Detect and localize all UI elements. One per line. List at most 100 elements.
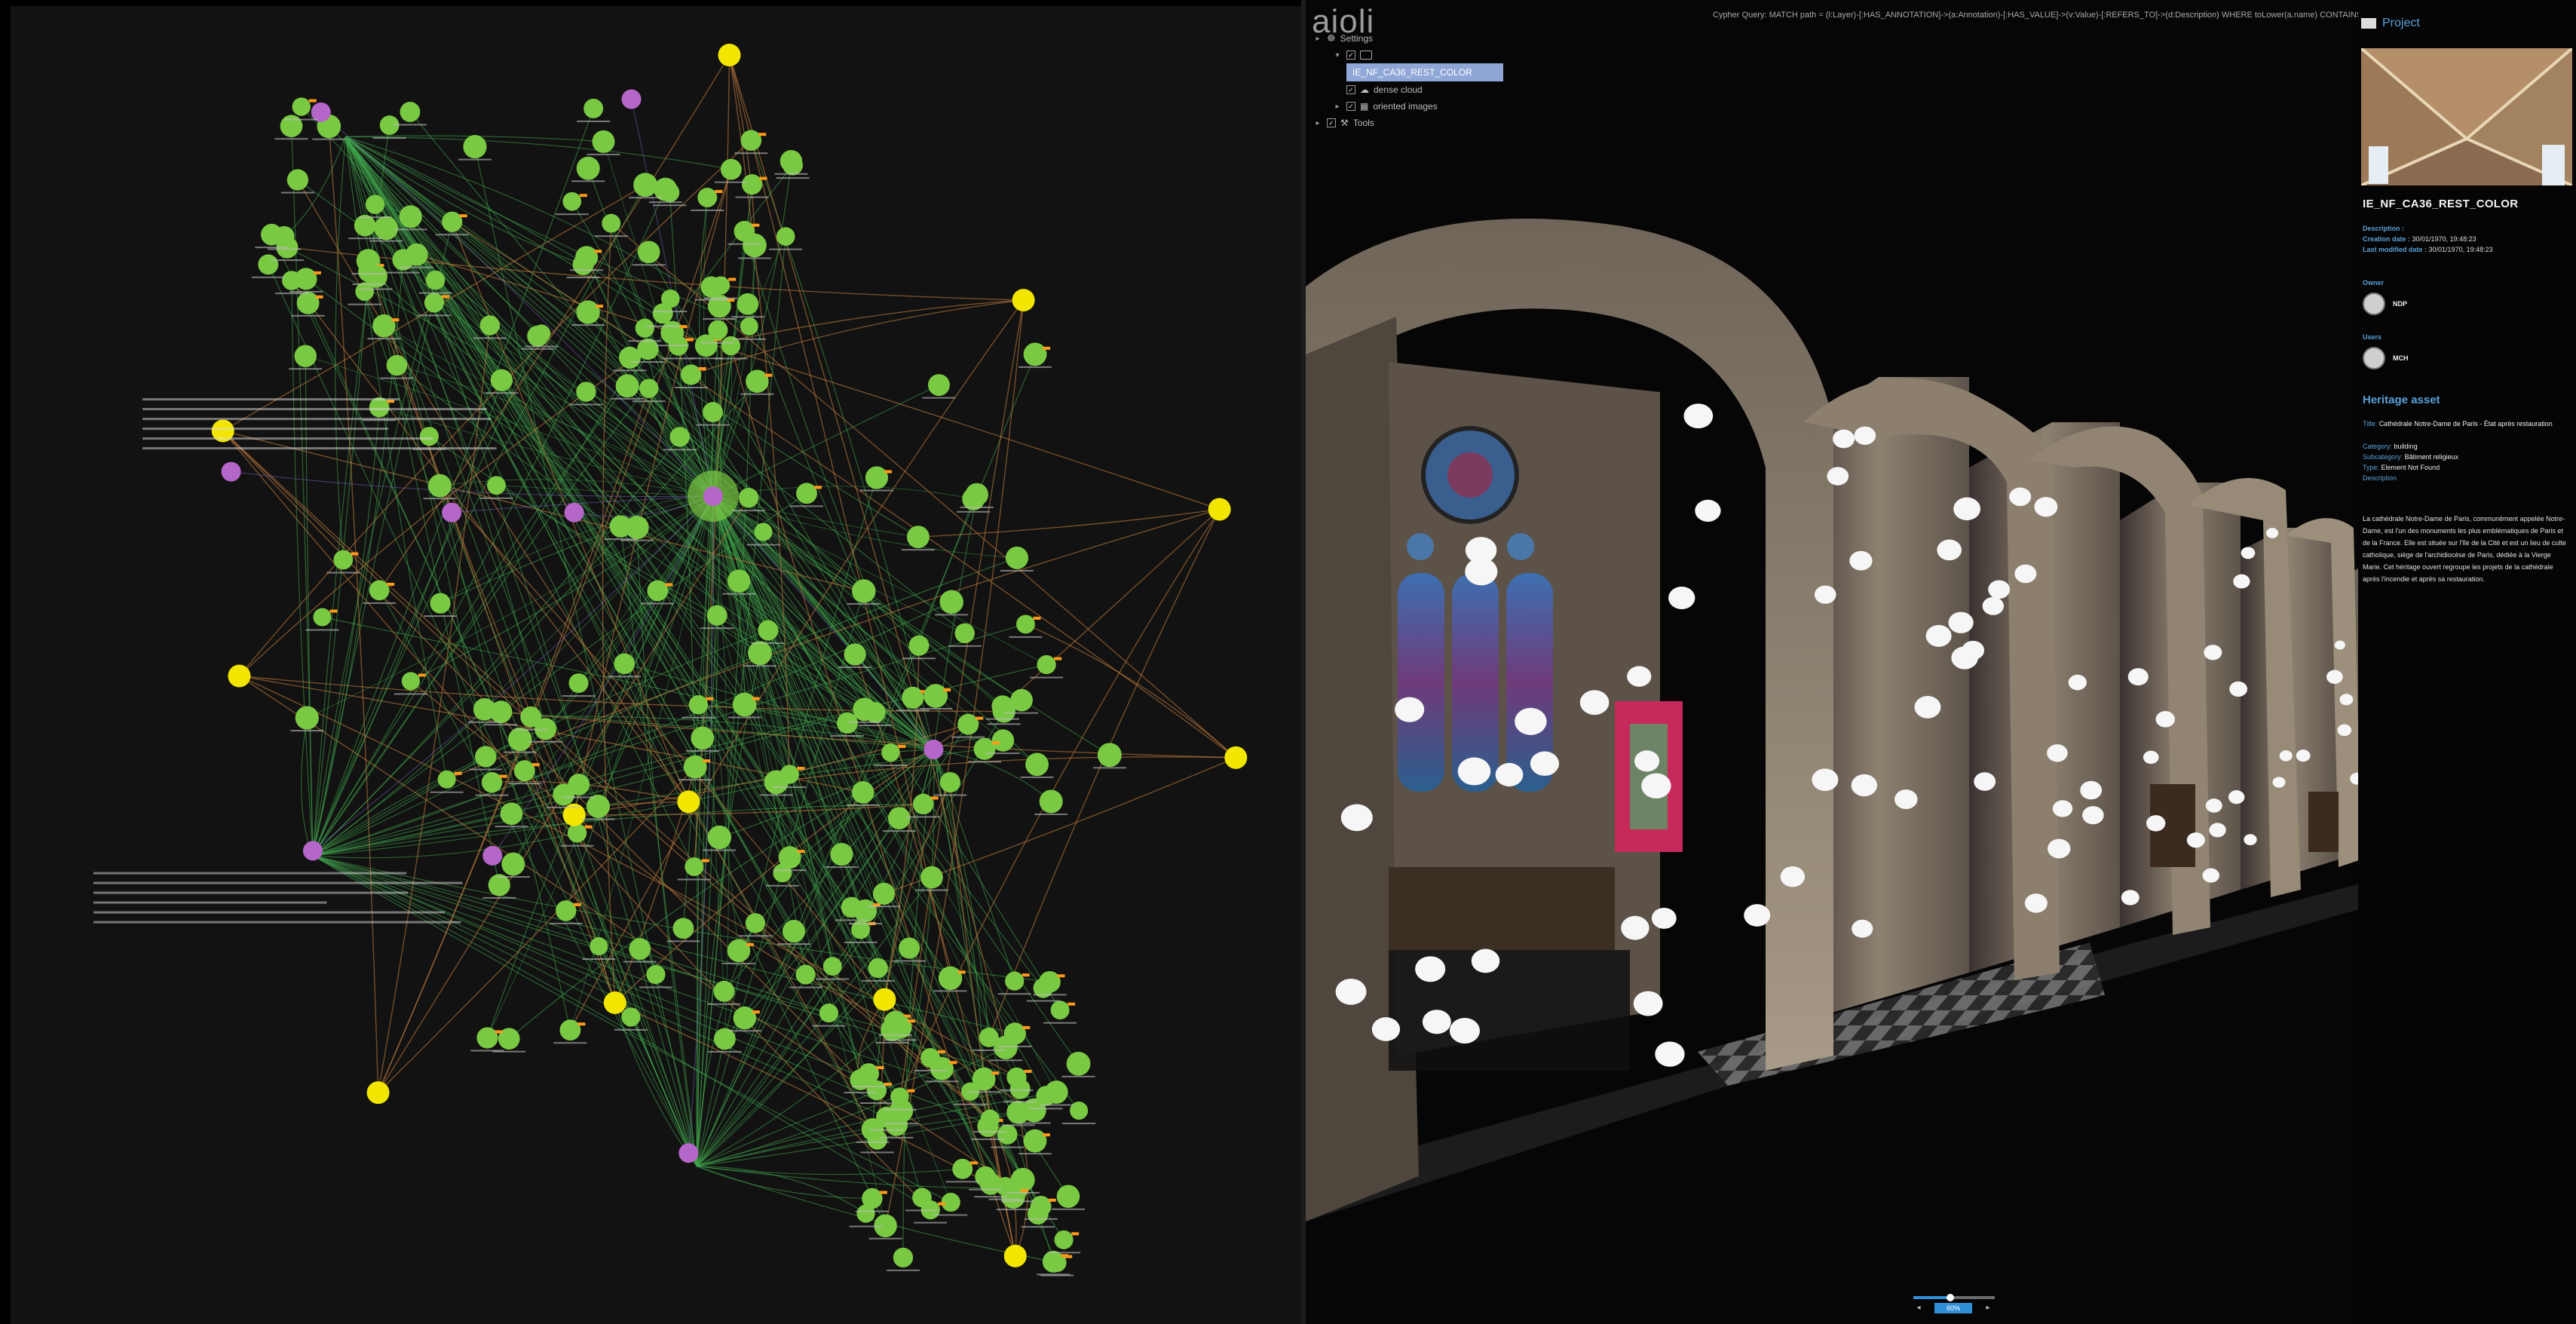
layer-node[interactable] bbox=[718, 44, 741, 67]
annotation-node[interactable] bbox=[576, 382, 596, 402]
annotation-node[interactable] bbox=[683, 755, 707, 779]
annotation-node[interactable] bbox=[647, 580, 669, 602]
expand-icon[interactable]: ▸ bbox=[1313, 119, 1322, 127]
annotation-node[interactable] bbox=[912, 793, 934, 815]
annotation-node[interactable] bbox=[1005, 546, 1028, 569]
graph-view[interactable] bbox=[11, 6, 1301, 1324]
annotation-marker[interactable] bbox=[2047, 744, 2068, 762]
annotation-node[interactable] bbox=[527, 325, 549, 347]
annotation-marker[interactable] bbox=[1515, 707, 1547, 735]
annotation-node[interactable] bbox=[463, 135, 487, 159]
annotation-marker[interactable] bbox=[2326, 670, 2343, 685]
annotation-marker[interactable] bbox=[1530, 751, 1560, 776]
annotation-node[interactable] bbox=[489, 700, 513, 724]
annotation-marker[interactable] bbox=[1457, 757, 1491, 786]
annotation-node[interactable] bbox=[280, 115, 303, 138]
description-node[interactable] bbox=[221, 461, 241, 482]
annotation-node[interactable] bbox=[703, 402, 723, 423]
annotation-node[interactable] bbox=[425, 270, 446, 290]
collapse-icon[interactable]: ▾ bbox=[1333, 51, 1342, 60]
annotation-node[interactable] bbox=[881, 743, 900, 762]
annotation-node[interactable] bbox=[487, 476, 506, 495]
annotation-node[interactable] bbox=[669, 427, 690, 447]
annotation-marker[interactable] bbox=[1641, 773, 1671, 799]
annotation-marker[interactable] bbox=[1668, 586, 1695, 610]
annotation-node[interactable] bbox=[844, 643, 866, 666]
annotation-node[interactable] bbox=[258, 254, 279, 275]
annotation-node[interactable] bbox=[952, 1158, 973, 1179]
annotation-node[interactable] bbox=[852, 579, 876, 603]
annotation-node[interactable] bbox=[780, 765, 799, 784]
description-node[interactable] bbox=[621, 89, 642, 109]
annotation-marker[interactable] bbox=[1953, 497, 1981, 521]
annotation-node[interactable] bbox=[590, 936, 608, 956]
checkbox[interactable]: ✓ bbox=[1346, 102, 1355, 111]
annotation-node[interactable] bbox=[973, 737, 996, 760]
annotation-node[interactable] bbox=[1097, 743, 1122, 768]
annotation-marker[interactable] bbox=[2209, 823, 2226, 838]
layer-node[interactable] bbox=[1012, 289, 1035, 312]
annotation-marker[interactable] bbox=[1340, 804, 1373, 832]
annotation-node[interactable] bbox=[746, 369, 769, 394]
annotation-node[interactable] bbox=[369, 580, 390, 601]
annotation-marker[interactable] bbox=[1833, 429, 1855, 449]
annotation-marker[interactable] bbox=[1422, 1010, 1451, 1034]
annotation-marker[interactable] bbox=[2121, 890, 2140, 906]
annotation-node[interactable] bbox=[1039, 970, 1061, 993]
annotation-marker[interactable] bbox=[1849, 550, 1873, 571]
annotation-node[interactable] bbox=[740, 130, 762, 151]
annotation-node[interactable] bbox=[1039, 789, 1063, 814]
checkbox[interactable]: ✓ bbox=[1346, 51, 1355, 60]
annotation-node[interactable] bbox=[629, 938, 651, 960]
annotation-node[interactable] bbox=[430, 593, 451, 614]
annotation-node[interactable] bbox=[476, 1027, 498, 1049]
annotation-marker[interactable] bbox=[2146, 815, 2166, 832]
layer-node[interactable] bbox=[1224, 746, 1248, 769]
annotation-marker[interactable] bbox=[1371, 1017, 1401, 1041]
annotation-marker[interactable] bbox=[1335, 978, 1367, 1005]
annotation-node[interactable] bbox=[1025, 752, 1049, 777]
annotation-node[interactable] bbox=[776, 227, 795, 246]
layer-node[interactable] bbox=[228, 664, 251, 688]
annotation-marker[interactable] bbox=[1988, 580, 2011, 599]
annotation-node[interactable] bbox=[618, 346, 642, 369]
annotation-node[interactable] bbox=[780, 150, 803, 173]
annotation-node[interactable] bbox=[1023, 342, 1047, 366]
annotation-node[interactable] bbox=[295, 706, 319, 730]
annotation-node[interactable] bbox=[1006, 1100, 1030, 1124]
annotation-node[interactable] bbox=[865, 466, 889, 489]
annotation-node[interactable] bbox=[941, 1192, 960, 1212]
annotation-node[interactable] bbox=[822, 957, 842, 976]
annotation-node[interactable] bbox=[286, 169, 308, 191]
annotation-marker[interactable] bbox=[2014, 564, 2037, 584]
description-node[interactable] bbox=[564, 502, 584, 523]
annotation-node[interactable] bbox=[639, 379, 659, 398]
annotation-node[interactable] bbox=[920, 1048, 940, 1068]
description-node[interactable] bbox=[442, 502, 462, 523]
annotation-node[interactable] bbox=[1042, 1250, 1064, 1273]
annotation-node[interactable] bbox=[584, 98, 604, 118]
annotation-marker[interactable] bbox=[1937, 539, 1962, 561]
viewer-3d[interactable]: aioli Cypher Query: MATCH path = (l:Laye… bbox=[1306, 0, 2576, 1324]
annotation-marker[interactable] bbox=[1851, 774, 1878, 797]
annotation-node[interactable] bbox=[419, 427, 440, 446]
annotation-marker[interactable] bbox=[1579, 690, 1610, 716]
annotation-node[interactable] bbox=[707, 825, 732, 850]
annotation-marker[interactable] bbox=[2024, 893, 2048, 913]
annotation-node[interactable] bbox=[609, 515, 633, 538]
annotation-marker[interactable] bbox=[2143, 750, 2159, 765]
annotation-node[interactable] bbox=[924, 684, 948, 708]
annotation-node[interactable] bbox=[1030, 1195, 1052, 1217]
annotation-node[interactable] bbox=[1054, 1230, 1074, 1249]
annotation-node[interactable] bbox=[979, 1172, 1002, 1195]
annotation-node[interactable] bbox=[727, 569, 751, 593]
annotation-marker[interactable] bbox=[2228, 790, 2245, 805]
annotation-node[interactable] bbox=[508, 727, 532, 752]
annotation-node[interactable] bbox=[851, 781, 874, 804]
tree-oriented-images[interactable]: ▸ ✓ ▦ oriented images bbox=[1313, 98, 1539, 115]
annotation-node[interactable] bbox=[697, 187, 718, 207]
annotation-node[interactable] bbox=[313, 608, 332, 627]
annotation-node[interactable] bbox=[292, 97, 311, 116]
owner-row[interactable]: NDP bbox=[2363, 293, 2407, 315]
annotation-node[interactable] bbox=[893, 1247, 914, 1268]
